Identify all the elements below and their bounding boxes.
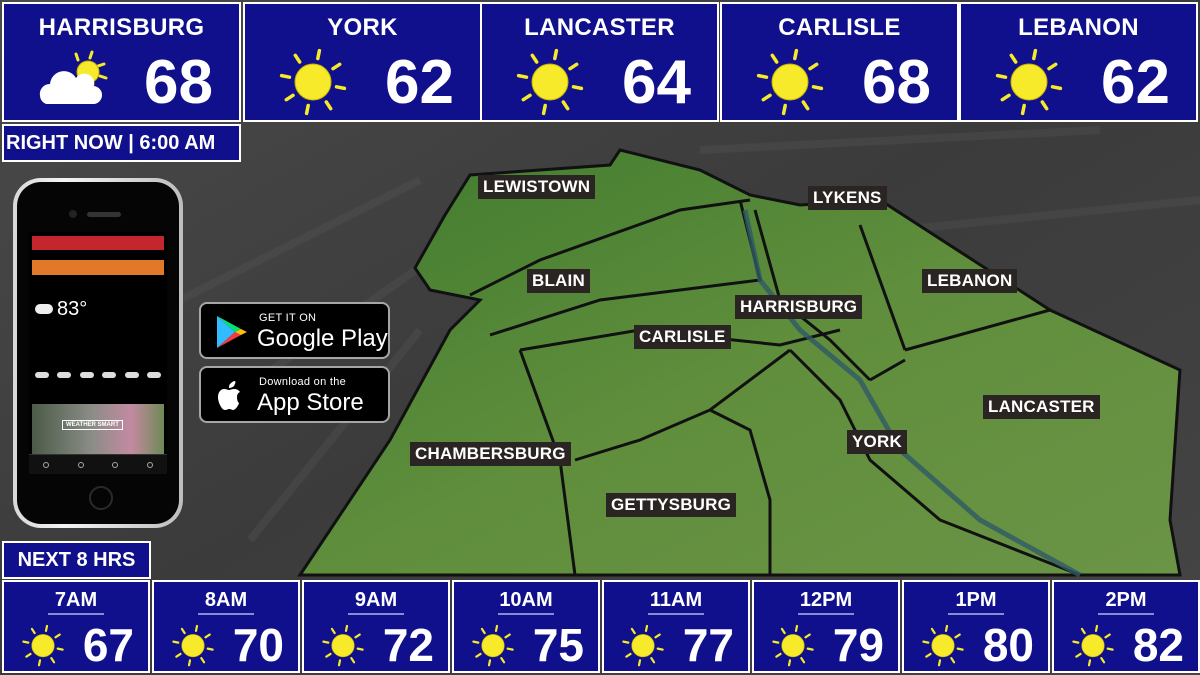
- app-temperature: 83°: [57, 298, 88, 320]
- hour-underline: [348, 613, 404, 615]
- next-hours-banner: NEXT 8 HRS: [2, 541, 151, 579]
- sun-icon: [322, 624, 364, 667]
- map-label-carlisle: CARLISLE: [634, 325, 731, 349]
- badge-small-text: Download on the: [259, 376, 347, 388]
- app-promo: WEATHER SMART: [32, 404, 164, 460]
- sun-icon: [516, 48, 584, 116]
- hour-label: 8AM: [204, 589, 248, 611]
- city-tile-lebanon: LEBANON 62: [959, 2, 1198, 122]
- phone-speaker: [87, 212, 121, 217]
- hour-underline: [198, 613, 254, 615]
- map-label-lebanon: LEBANON: [922, 269, 1018, 293]
- temperature: 77: [682, 619, 734, 671]
- hour-label: 10AM: [499, 589, 553, 611]
- hour-tile: 9AM 72: [302, 580, 450, 673]
- map-label-gettysburg: GETTYSBURG: [606, 493, 737, 517]
- hour-underline: [1098, 613, 1154, 615]
- temperature: 62: [385, 48, 454, 117]
- phone-camera: [69, 210, 77, 218]
- nav-icon: [146, 461, 153, 468]
- phone-home-button: [89, 486, 113, 510]
- sun-icon: [472, 624, 514, 667]
- hour-label: 2PM: [1105, 589, 1147, 611]
- city-name: LEBANON: [1018, 14, 1139, 41]
- hour-tile: 12PM 79: [752, 580, 900, 673]
- app-hourly-strip: [35, 362, 161, 398]
- hour-underline: [648, 613, 704, 615]
- sun-icon: [22, 624, 64, 667]
- hour-underline: [498, 613, 554, 615]
- city-tile-carlisle: CARLISLE 68: [720, 2, 959, 122]
- sun-icon: [172, 624, 214, 667]
- hour-label: 11AM: [649, 589, 703, 611]
- hour-tile: 10AM 75: [452, 580, 600, 673]
- hour-label: 1PM: [955, 589, 997, 611]
- hour-underline: [798, 613, 854, 615]
- hour-label: 12PM: [799, 589, 853, 611]
- city-tile-york: YORK 62: [243, 2, 482, 122]
- badge-big-text: App Store: [257, 389, 364, 416]
- partly-cloudy-icon: [39, 50, 108, 105]
- hour-tile: 2PM 82: [1052, 580, 1200, 673]
- map-label-blain: BLAIN: [527, 269, 590, 293]
- hour-tile: 8AM 70: [152, 580, 300, 673]
- city-name: YORK: [327, 14, 398, 41]
- temperature: 75: [532, 619, 584, 671]
- badge-small-text: GET IT ON: [259, 312, 317, 324]
- apple-icon: [218, 381, 240, 410]
- radar-button: [32, 260, 164, 275]
- cloud-icon: [35, 304, 53, 314]
- app-store-badge[interactable]: Download on the App Store: [199, 366, 390, 423]
- map-label-harrisburg: HARRISBURG: [735, 295, 863, 319]
- temperature: 79: [832, 619, 884, 671]
- nav-icon: [43, 461, 50, 468]
- hour-tile: 11AM 77: [602, 580, 750, 673]
- phone-app-mockup: 83° WEATHER SMART: [13, 178, 183, 528]
- map-label-lykens: LYKENS: [808, 186, 887, 210]
- city-name: CARLISLE: [778, 14, 901, 41]
- hour-underline: [48, 613, 104, 615]
- temperature: 62: [1101, 48, 1170, 117]
- right-now-banner: RIGHT NOW | 6:00 AM: [2, 124, 241, 162]
- badge-big-text: Google Play: [257, 325, 388, 352]
- sun-icon: [772, 624, 814, 667]
- temperature: 72: [382, 619, 434, 671]
- temperature: 68: [862, 48, 931, 117]
- hour-underline: [948, 613, 1004, 615]
- sun-icon: [279, 48, 347, 116]
- city-tile-harrisburg: HARRISBURG 68: [2, 2, 241, 122]
- phone-screen: 83° WEATHER SMART: [29, 232, 167, 474]
- hour-label: 9AM: [354, 589, 398, 611]
- google-play-icon: [217, 316, 247, 348]
- google-play-badge[interactable]: GET IT ON Google Play: [199, 302, 390, 359]
- sun-icon: [756, 48, 824, 116]
- sun-icon: [995, 48, 1063, 116]
- nav-icon: [77, 461, 84, 468]
- city-tile-lancaster: LANCASTER 64: [480, 2, 719, 122]
- app-nav-bar: [29, 454, 167, 474]
- hour-tile: 1PM 80: [902, 580, 1050, 673]
- temperature: 68: [144, 48, 213, 117]
- sun-icon: [922, 624, 964, 667]
- alert-bar: [32, 236, 164, 250]
- temperature: 70: [232, 619, 284, 671]
- temperature: 64: [622, 48, 691, 117]
- hour-label: 7AM: [54, 589, 98, 611]
- temperature: 82: [1132, 619, 1184, 671]
- map-label-york: YORK: [847, 430, 907, 454]
- map-label-lewistown: LEWISTOWN: [478, 175, 596, 199]
- sun-icon: [1072, 624, 1114, 667]
- map-label-chambersburg: CHAMBERSBURG: [410, 442, 571, 466]
- hour-tile: 7AM 67: [2, 580, 150, 673]
- sun-icon: [622, 624, 664, 667]
- nav-icon: [112, 461, 119, 468]
- promo-title: WEATHER SMART: [62, 420, 123, 430]
- temperature: 67: [82, 619, 134, 671]
- temperature: 80: [982, 619, 1034, 671]
- city-name: LANCASTER: [524, 14, 675, 41]
- city-name: HARRISBURG: [38, 14, 205, 41]
- map-label-lancaster: LANCASTER: [983, 395, 1100, 419]
